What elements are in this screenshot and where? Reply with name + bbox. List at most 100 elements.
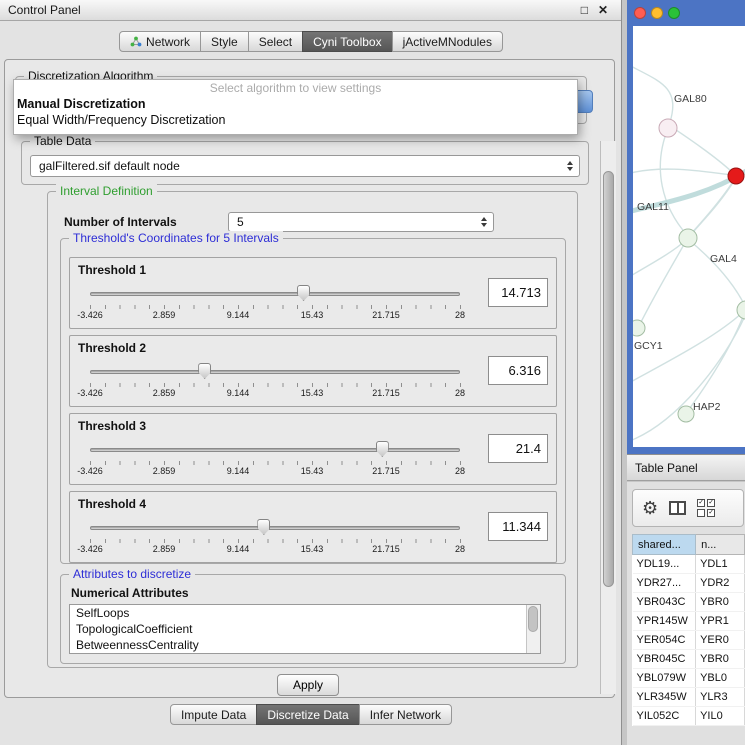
node-label: GAL80	[674, 93, 707, 105]
table-row[interactable]: YDL19...YDL1	[633, 555, 745, 574]
tab-select[interactable]: Select	[248, 31, 303, 52]
slider-track[interactable]	[90, 370, 460, 374]
tick-label: 9.144	[227, 310, 250, 320]
numerical-attributes-list[interactable]: SelfLoopsTopologicalCoefficientBetweenne…	[69, 604, 541, 654]
threshold-value-field[interactable]: 11.344	[488, 512, 548, 541]
slider-track[interactable]	[90, 526, 460, 530]
list-scrollbar-thumb[interactable]	[528, 606, 538, 632]
table-cell[interactable]: YPR1	[696, 612, 745, 631]
table-cell[interactable]: YLR3	[696, 688, 745, 707]
thresholds-group-label: Threshold's Coordinates for 5 Intervals	[69, 231, 283, 245]
table-row[interactable]: YER054CYER0	[633, 631, 745, 650]
table-panel-titlebar: Table Panel	[627, 454, 745, 481]
control-panel-titlebar: Control Panel □ ✕	[0, 0, 621, 21]
tab-cyni-toolbox[interactable]: Cyni Toolbox	[302, 31, 392, 52]
float-window-icon[interactable]: □	[581, 3, 588, 17]
table-cell[interactable]: YIL0	[696, 707, 745, 726]
scrollbar-thumb[interactable]	[603, 171, 614, 587]
slider-handle[interactable]	[257, 519, 270, 535]
tick-label: 21.715	[372, 310, 400, 320]
column-header[interactable]: n...	[696, 535, 745, 555]
threshold-slider[interactable]	[90, 518, 460, 536]
slider-handle[interactable]	[376, 441, 389, 457]
network-node[interactable]	[633, 320, 645, 336]
threshold-value-field[interactable]: 21.4	[488, 434, 548, 463]
selection-checkboxes-icon[interactable]	[697, 499, 715, 517]
threshold-slider[interactable]	[90, 362, 460, 380]
column-chooser-icon[interactable]	[669, 501, 686, 515]
attribute-item[interactable]: SelfLoops	[70, 605, 540, 621]
close-traffic-icon[interactable]	[634, 7, 646, 19]
slider-handle[interactable]	[297, 285, 310, 301]
threshold-value-field[interactable]: 6.316	[488, 356, 548, 385]
number-of-intervals-combo[interactable]: 5	[228, 212, 494, 232]
table-cell[interactable]: YPR145W	[633, 612, 696, 631]
tab-label: Cyni Toolbox	[313, 35, 381, 49]
table-cell[interactable]: YLR345W	[633, 688, 696, 707]
table-row[interactable]: YPR145WYPR1	[633, 612, 745, 631]
network-node[interactable]	[679, 229, 697, 247]
table-data-combo[interactable]: galFiltered.sif default node	[30, 155, 580, 177]
network-canvas[interactable]: GAL80GAL11GAL4GCY1HAP2	[633, 26, 745, 447]
slider-track[interactable]	[90, 448, 460, 452]
tick-label: 15.43	[301, 310, 324, 320]
table-cell[interactable]: YIL052C	[633, 707, 696, 726]
thresholds-group: Threshold's Coordinates for 5 Intervals …	[60, 238, 566, 564]
tick-label: 28	[455, 466, 465, 476]
network-node[interactable]	[659, 119, 677, 137]
gear-icon[interactable]	[642, 499, 658, 517]
bottom-tab-impute-data[interactable]: Impute Data	[170, 704, 257, 725]
tick-label: 15.43	[301, 544, 324, 554]
table-cell[interactable]: YBR045C	[633, 650, 696, 669]
slider-handle[interactable]	[198, 363, 211, 379]
column-header[interactable]: shared...	[633, 535, 696, 555]
number-of-intervals-value: 5	[237, 215, 244, 229]
table-row[interactable]: YBL079WYBL0	[633, 669, 745, 688]
table-cell[interactable]: YBR0	[696, 650, 745, 669]
tick-label: 15.43	[301, 466, 324, 476]
control-panel-scrollbar[interactable]	[600, 141, 616, 694]
slider-track[interactable]	[90, 292, 460, 296]
zoom-traffic-icon[interactable]	[668, 7, 680, 19]
threshold-value-field[interactable]: 14.713	[488, 278, 548, 307]
table-cell[interactable]: YER054C	[633, 631, 696, 650]
window-traffic-lights	[634, 7, 680, 19]
list-scrollbar[interactable]	[526, 605, 540, 653]
tab-label: Style	[211, 35, 238, 49]
tab-style[interactable]: Style	[200, 31, 249, 52]
bottom-tab-discretize-data[interactable]: Discretize Data	[256, 704, 359, 725]
table-cell[interactable]: YER0	[696, 631, 745, 650]
threshold-label: Threshold 2	[78, 341, 146, 355]
table-data-combo-value: galFiltered.sif default node	[39, 159, 180, 173]
threshold-label: Threshold 3	[78, 419, 146, 433]
tab-jactivemnodules[interactable]: jActiveMNodules	[392, 31, 503, 52]
threshold-slider[interactable]	[90, 440, 460, 458]
table-cell[interactable]: YBL079W	[633, 669, 696, 688]
table-cell[interactable]: YBL0	[696, 669, 745, 688]
network-icon	[130, 36, 142, 48]
network-node[interactable]	[728, 168, 744, 184]
table-cell[interactable]: YDL1	[696, 555, 745, 574]
close-icon[interactable]: ✕	[598, 3, 608, 17]
algorithm-option-equal-width-frequency-discretization[interactable]: Equal Width/Frequency Discretization	[14, 112, 577, 128]
apply-button[interactable]: Apply	[277, 674, 339, 696]
table-row[interactable]: YLR345WYLR3	[633, 688, 745, 707]
attribute-item[interactable]: BetweennessCentrality	[70, 637, 540, 653]
table-row[interactable]: YIL052CYIL0	[633, 707, 745, 726]
minimize-traffic-icon[interactable]	[651, 7, 663, 19]
table-row[interactable]: YBR043CYBR0	[633, 593, 745, 612]
table-cell[interactable]: YDR2	[696, 574, 745, 593]
tick-label: 9.144	[227, 466, 250, 476]
bottom-tab-infer-network[interactable]: Infer Network	[359, 704, 452, 725]
table-row[interactable]: YDR27...YDR2	[633, 574, 745, 593]
threshold-slider[interactable]	[90, 284, 460, 302]
table-cell[interactable]: YBR0	[696, 593, 745, 612]
table-cell[interactable]: YBR043C	[633, 593, 696, 612]
attribute-item[interactable]: TopologicalCoefficient	[70, 621, 540, 637]
table-cell[interactable]: YDR27...	[633, 574, 696, 593]
algorithm-option-manual-discretization[interactable]: Manual Discretization	[14, 96, 577, 112]
table-row[interactable]: YBR045CYBR0	[633, 650, 745, 669]
tab-network[interactable]: Network	[119, 31, 201, 52]
table-cell[interactable]: YDL19...	[633, 555, 696, 574]
network-node[interactable]	[678, 406, 694, 422]
